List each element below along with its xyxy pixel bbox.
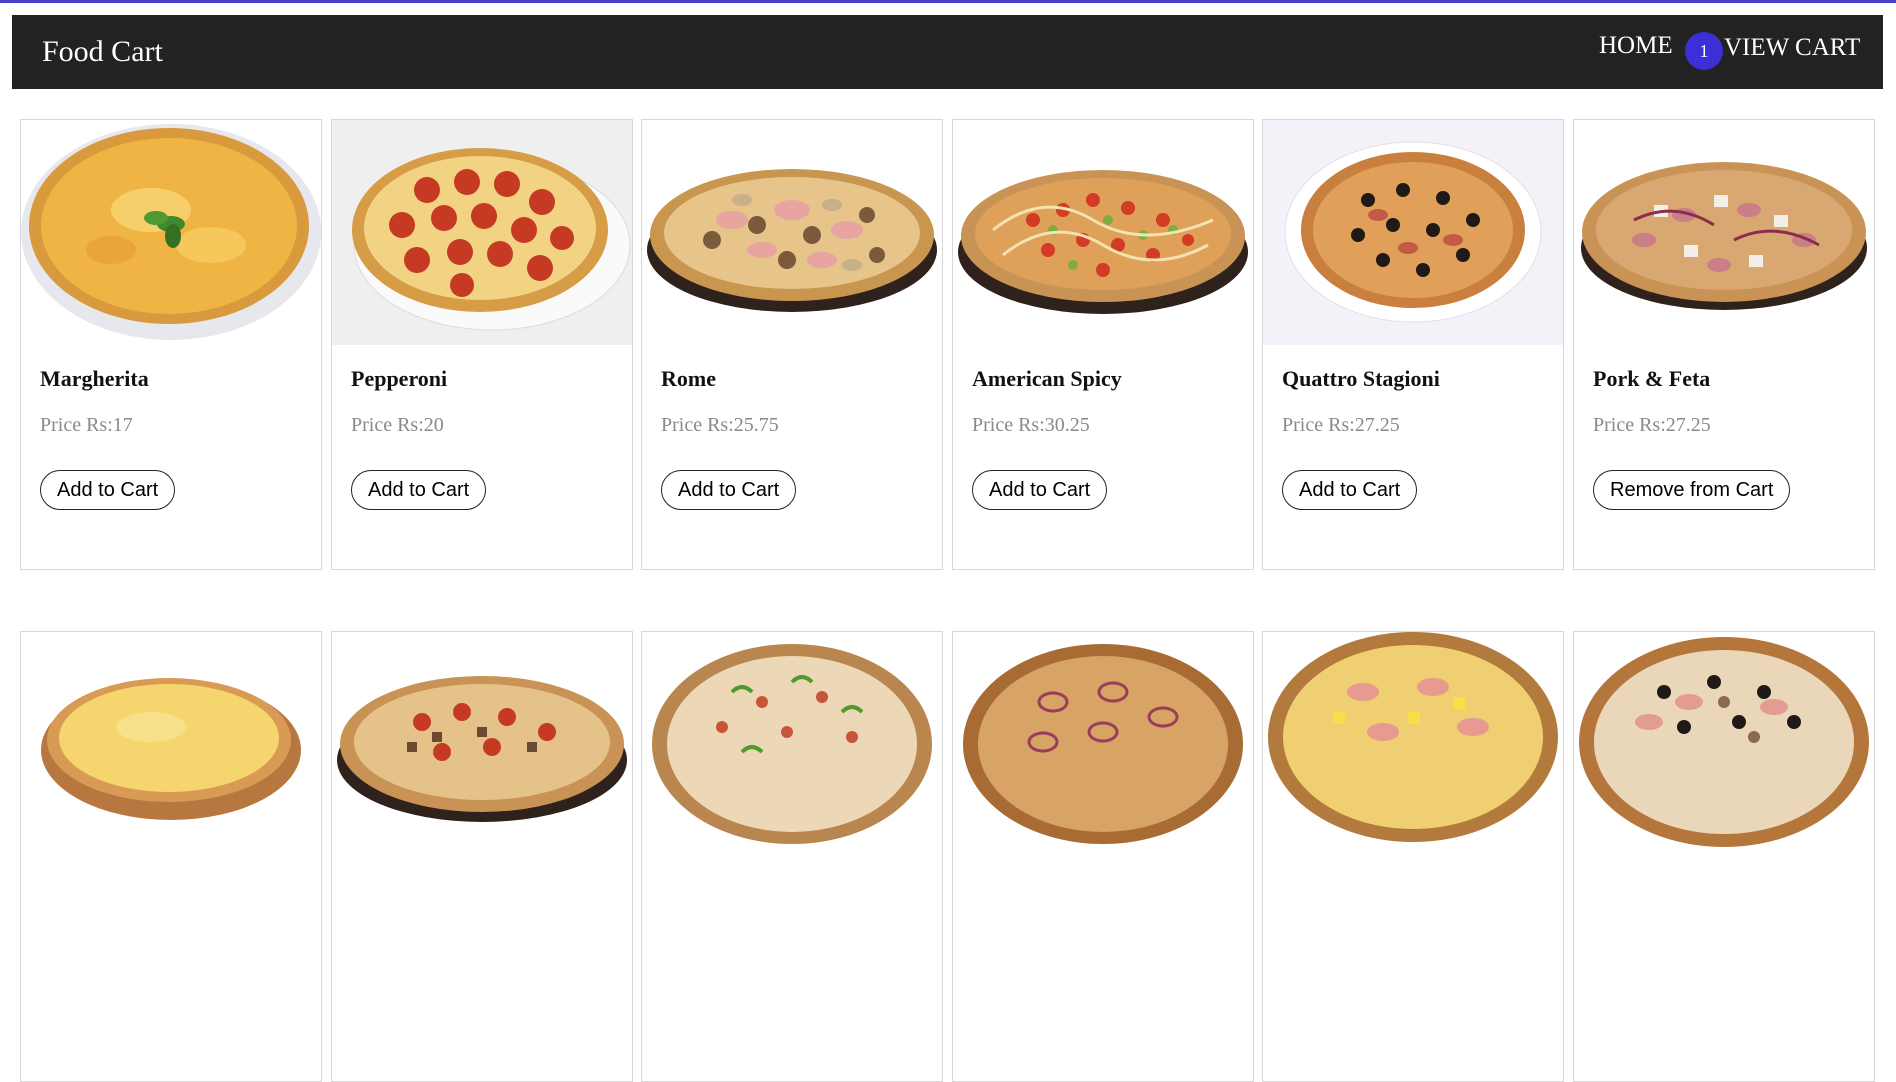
- pizza-meat-icon: [332, 632, 632, 857]
- nav-view-cart-link[interactable]: VIEW CART: [1724, 34, 1860, 62]
- pizza-vegetable-icon: [642, 632, 942, 857]
- product-card: [20, 631, 322, 1082]
- product-card: [1573, 631, 1875, 1082]
- top-accent-line: [0, 0, 1896, 3]
- pizza-hawaiian-icon: [1263, 632, 1563, 857]
- pizza-american-spicy-icon: [953, 120, 1253, 345]
- product-name: Margherita: [40, 366, 149, 391]
- remove-from-cart-button[interactable]: Remove from Cart: [1593, 470, 1791, 510]
- product-card: [641, 631, 943, 1082]
- add-to-cart-button[interactable]: Add to Cart: [972, 470, 1108, 510]
- product-card: Pork & Feta Price Rs:27.25 Remove from C…: [1573, 119, 1875, 570]
- navbar: Food Cart HOME 1 VIEW CART: [12, 15, 1883, 89]
- product-card: [331, 631, 633, 1082]
- product-name: Pepperoni: [351, 366, 448, 391]
- cart-count-badge: 1: [1685, 32, 1723, 70]
- product-card: [1262, 631, 1564, 1082]
- pizza-rome-icon: [642, 120, 942, 345]
- product-name: Quattro Stagioni: [1282, 366, 1440, 391]
- product-card: Pepperoni Price Rs:20 Add to Cart: [331, 119, 633, 570]
- product-price: Price Rs:27.25: [1593, 414, 1711, 436]
- pizza-quattro-stagioni-icon: [1263, 120, 1563, 345]
- brand-title[interactable]: Food Cart: [42, 35, 163, 69]
- pizza-margherita-icon: [21, 120, 321, 345]
- pizza-onion-icon: [953, 632, 1253, 857]
- product-name: Rome: [661, 366, 716, 391]
- product-name: American Spicy: [972, 366, 1122, 391]
- pizza-pepperoni-icon: [332, 120, 632, 345]
- product-card: Rome Price Rs:25.75 Add to Cart: [641, 119, 943, 570]
- add-to-cart-button[interactable]: Add to Cart: [351, 470, 487, 510]
- pizza-olive-ham-icon: [1574, 632, 1874, 857]
- add-to-cart-button[interactable]: Add to Cart: [1282, 470, 1418, 510]
- product-price: Price Rs:17: [40, 414, 133, 436]
- product-price: Price Rs:27.25: [1282, 414, 1400, 436]
- pizza-cheese-icon: [21, 632, 321, 857]
- product-name: Pork & Feta: [1593, 366, 1711, 391]
- product-price: Price Rs:20: [351, 414, 444, 436]
- product-price: Price Rs:25.75: [661, 414, 779, 436]
- product-price: Price Rs:30.25: [972, 414, 1090, 436]
- product-card: [952, 631, 1254, 1082]
- nav-home-link[interactable]: HOME: [1599, 32, 1673, 60]
- product-card: American Spicy Price Rs:30.25 Add to Car…: [952, 119, 1254, 570]
- add-to-cart-button[interactable]: Add to Cart: [661, 470, 797, 510]
- add-to-cart-button[interactable]: Add to Cart: [40, 470, 176, 510]
- pizza-pork-feta-icon: [1574, 120, 1874, 345]
- product-card: Margherita Price Rs:17 Add to Cart: [20, 119, 322, 570]
- product-card: Quattro Stagioni Price Rs:27.25 Add to C…: [1262, 119, 1564, 570]
